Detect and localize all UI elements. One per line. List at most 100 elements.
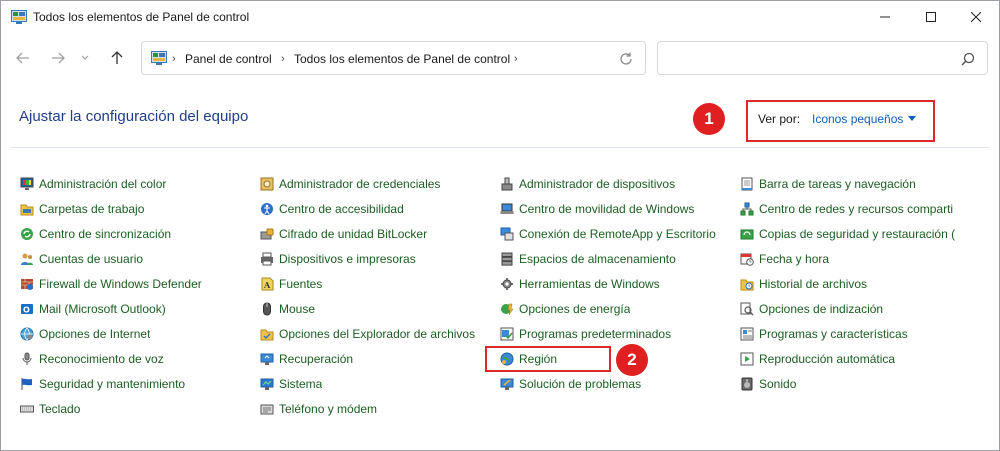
item-fonts[interactable]: A Fuentes <box>259 275 322 293</box>
item-phone-modem[interactable]: Teléfono y módem <box>259 400 377 418</box>
caret-down-icon[interactable] <box>908 116 916 121</box>
item-programs-features[interactable]: Programas y características <box>739 325 908 343</box>
phone-modem-icon <box>259 401 275 417</box>
keyboard-icon <box>19 401 35 417</box>
default-programs-icon <box>499 326 515 342</box>
item-recovery[interactable]: Recuperación <box>259 350 353 368</box>
printer-icon <box>259 251 275 267</box>
breadcrumb-separator[interactable]: › <box>514 53 518 65</box>
maximize-button[interactable] <box>908 1 954 33</box>
windows-tools-icon <box>499 276 515 292</box>
item-label: Centro de sincronización <box>39 227 172 241</box>
breadcrumb-control-panel[interactable]: Panel de control <box>185 52 272 66</box>
item-label: Opciones del Explorador de archivos <box>279 327 476 341</box>
forward-button[interactable] <box>46 46 70 70</box>
item-devices-printers[interactable]: Dispositivos e impresoras <box>259 250 416 268</box>
item-backup-restore[interactable]: Copias de seguridad y restauración ( <box>739 225 955 243</box>
internet-options-icon <box>19 326 35 342</box>
item-label: Copias de seguridad y restauración ( <box>759 227 956 241</box>
accessibility-icon <box>259 201 275 217</box>
item-label: Fuentes <box>279 277 323 291</box>
item-label: Programas y características <box>759 327 908 341</box>
item-firewall[interactable]: Firewall de Windows Defender <box>19 275 202 293</box>
search-input[interactable] <box>657 41 988 75</box>
item-troubleshooting[interactable]: Solución de problemas <box>499 375 641 393</box>
item-label: Reproducción automática <box>759 352 896 366</box>
taskbar-icon <box>739 176 755 192</box>
item-label: Carpetas de trabajo <box>39 202 145 216</box>
item-sync-center[interactable]: Centro de sincronización <box>19 225 171 243</box>
window-title: Todos los elementos de Panel de control <box>33 10 250 24</box>
item-indexing-options[interactable]: Opciones de indización <box>739 300 883 318</box>
svg-text:O: O <box>23 306 30 315</box>
item-label: Solución de problemas <box>519 377 642 391</box>
item-mouse[interactable]: Mouse <box>259 300 315 318</box>
item-label: Espacios de almacenamiento <box>519 252 676 266</box>
mail-icon: O <box>19 301 35 317</box>
item-remoteapp[interactable]: Conexión de RemoteApp y Escritorio <box>499 225 716 243</box>
microphone-icon <box>19 351 35 367</box>
item-work-folders[interactable]: Carpetas de trabajo <box>19 200 144 218</box>
item-security-maintenance[interactable]: Seguridad y mantenimiento <box>19 375 185 393</box>
item-power-options[interactable]: Opciones de energía <box>499 300 630 318</box>
item-label: Seguridad y mantenimiento <box>39 377 186 391</box>
item-keyboard[interactable]: Teclado <box>19 400 80 418</box>
item-label: Historial de archivos <box>759 277 868 291</box>
color-management-icon <box>19 176 35 192</box>
credential-manager-icon <box>259 176 275 192</box>
back-button[interactable] <box>11 46 35 70</box>
item-label: Reconocimiento de voz <box>39 352 164 366</box>
item-sound[interactable]: Sonido <box>739 375 796 393</box>
up-button[interactable] <box>105 46 129 70</box>
item-accessibility-center[interactable]: Centro de accesibilidad <box>259 200 404 218</box>
header-divider <box>11 147 989 148</box>
item-label: Mouse <box>279 302 316 316</box>
item-taskbar[interactable]: Barra de tareas y navegación <box>739 175 916 193</box>
item-user-accounts[interactable]: Cuentas de usuario <box>19 250 143 268</box>
recovery-icon <box>259 351 275 367</box>
minimize-button[interactable] <box>862 1 908 33</box>
folder-options-icon <box>259 326 275 342</box>
system-icon <box>259 376 275 392</box>
recent-locations-button[interactable] <box>77 46 93 70</box>
title-bar: Todos los elementos de Panel de control <box>1 1 999 33</box>
item-system[interactable]: Sistema <box>259 375 322 393</box>
item-autoplay[interactable]: Reproducción automática <box>739 350 895 368</box>
item-label: Centro de redes y recursos comparti <box>759 202 954 216</box>
item-network-center[interactable]: Centro de redes y recursos comparti <box>739 200 953 218</box>
close-button[interactable] <box>953 1 999 33</box>
item-windows-tools[interactable]: Herramientas de Windows <box>499 275 660 293</box>
item-date-time[interactable]: Fecha y hora <box>739 250 829 268</box>
item-default-programs[interactable]: Programas predeterminados <box>499 325 671 343</box>
item-color-management[interactable]: Administración del color <box>19 175 166 193</box>
item-file-explorer-options[interactable]: Opciones del Explorador de archivos <box>259 325 475 343</box>
item-label: Centro de movilidad de Windows <box>519 202 695 216</box>
item-file-history[interactable]: Historial de archivos <box>739 275 867 293</box>
item-speech-recognition[interactable]: Reconocimiento de voz <box>19 350 164 368</box>
item-credential-manager[interactable]: Administrador de credenciales <box>259 175 440 193</box>
item-mail[interactable]: O Mail (Microsoft Outlook) <box>19 300 166 318</box>
item-label: Centro de accesibilidad <box>279 202 404 216</box>
item-storage-spaces[interactable]: Espacios de almacenamiento <box>499 250 676 268</box>
item-label: Opciones de indización <box>759 302 884 316</box>
file-history-icon <box>739 276 755 292</box>
item-label: Cifrado de unidad BitLocker <box>279 227 428 241</box>
item-internet-options[interactable]: Opciones de Internet <box>19 325 150 343</box>
item-device-manager[interactable]: Administrador de dispositivos <box>499 175 675 193</box>
address-bar[interactable]: › Panel de control › Todos los elementos… <box>141 41 646 75</box>
item-bitlocker[interactable]: Cifrado de unidad BitLocker <box>259 225 427 243</box>
item-label: Barra de tareas y navegación <box>759 177 916 191</box>
view-by-dropdown[interactable]: Iconos pequeños <box>812 112 903 126</box>
refresh-icon[interactable] <box>618 51 634 67</box>
autoplay-icon <box>739 351 755 367</box>
control-panel-app-icon <box>11 10 27 24</box>
item-mobility-center[interactable]: Centro de movilidad de Windows <box>499 200 694 218</box>
item-label: Fecha y hora <box>759 252 830 266</box>
item-label: Herramientas de Windows <box>519 277 660 291</box>
breadcrumb-separator[interactable]: › <box>172 53 176 65</box>
breadcrumb-all-items[interactable]: Todos los elementos de Panel de control <box>294 52 510 66</box>
breadcrumb-separator[interactable]: › <box>281 53 285 65</box>
item-label: Programas predeterminados <box>519 327 672 341</box>
firewall-icon <box>19 276 35 292</box>
fonts-icon: A <box>259 276 275 292</box>
